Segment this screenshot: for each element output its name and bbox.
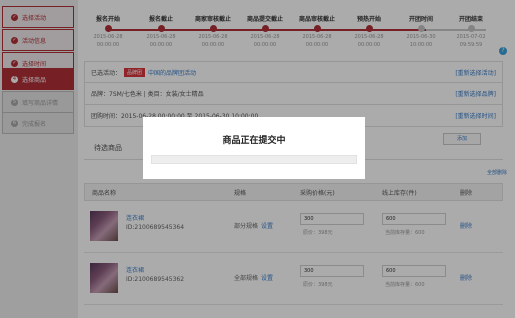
page: ✓ 选择活动 ✓ 活动信息 ✓ 选择时间 4 选择商品 5 填写商品详情 6 完…	[0, 0, 515, 318]
dialog-title: 商品正在提交中	[222, 136, 286, 146]
submitting-dialog: 商品正在提交中	[143, 117, 365, 179]
submit-progress-bar	[151, 155, 357, 164]
modal-overlay: 商品正在提交中	[0, 0, 515, 318]
